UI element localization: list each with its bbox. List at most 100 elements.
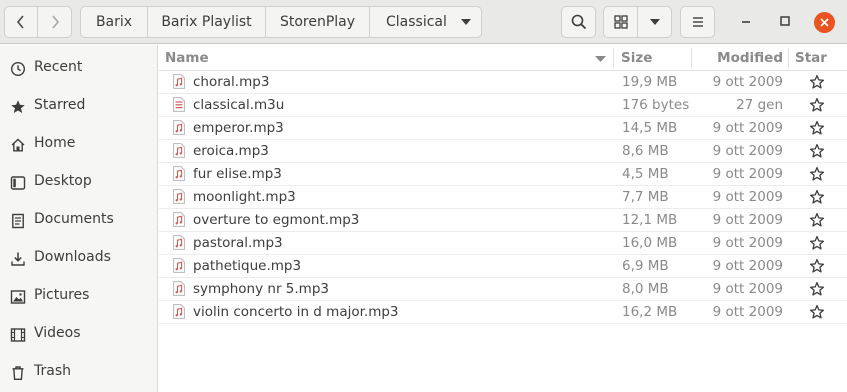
file-modified: 9 ott 2009: [712, 281, 783, 297]
grid-view-icon: [613, 15, 628, 29]
star-toggle-icon[interactable]: [809, 120, 825, 136]
breadcrumb-current-label: Classical: [386, 14, 447, 30]
file-row[interactable]: pathetique.mp3 6,9 MB 9 ott 2009: [159, 255, 847, 278]
star-toggle-icon[interactable]: [809, 189, 825, 205]
sidebar-item-pictures[interactable]: Pictures: [0, 277, 157, 315]
close-window-button[interactable]: [814, 12, 835, 33]
sidebar: Recent Starred Home Desktop Documents Do…: [0, 45, 158, 392]
file-size: 4,5 MB: [622, 166, 669, 182]
audio-file-icon: [173, 212, 185, 227]
file-name: symphony nr 5.mp3: [193, 281, 329, 297]
file-row[interactable]: classical.m3u 176 bytes 27 gen: [159, 94, 847, 117]
back-button[interactable]: [4, 6, 38, 38]
file-row[interactable]: eroica.mp3 8,6 MB 9 ott 2009: [159, 140, 847, 163]
sidebar-item-home[interactable]: Home: [0, 125, 157, 163]
video-icon: [9, 326, 26, 343]
file-modified: 9 ott 2009: [712, 235, 783, 251]
column-header-row: Name Size Modified Star: [159, 45, 847, 71]
star-toggle-icon[interactable]: [809, 97, 825, 113]
sidebar-item-starred[interactable]: Starred: [0, 87, 157, 125]
file-row[interactable]: choral.mp3 19,9 MB 9 ott 2009: [159, 71, 847, 94]
breadcrumb-current[interactable]: Classical: [369, 6, 482, 38]
sidebar-item-videos[interactable]: Videos: [0, 315, 157, 353]
star-icon: [9, 98, 26, 115]
star-toggle-icon[interactable]: [809, 304, 825, 320]
search-button[interactable]: [561, 6, 596, 38]
sort-caret-down-icon[interactable]: [595, 56, 606, 63]
home-icon: [9, 136, 26, 153]
file-row[interactable]: moonlight.mp3 7,7 MB 9 ott 2009: [159, 186, 847, 209]
audio-file-icon: [173, 74, 185, 89]
forward-button[interactable]: [37, 6, 72, 38]
sidebar-item-recent[interactable]: Recent: [0, 49, 157, 87]
file-size: 16,2 MB: [622, 304, 678, 320]
star-toggle-icon[interactable]: [809, 212, 825, 228]
sidebar-item-label: Pictures: [34, 287, 90, 303]
column-divider[interactable]: [691, 48, 692, 68]
header-bar: Barix Barix Playlist StorenPlay Classica…: [0, 0, 847, 44]
file-name: moonlight.mp3: [193, 189, 296, 205]
file-row[interactable]: symphony nr 5.mp3 8,0 MB 9 ott 2009: [159, 278, 847, 301]
sidebar-item-downloads[interactable]: Downloads: [0, 239, 157, 277]
column-header-size[interactable]: Size: [621, 50, 652, 66]
view-mode-button[interactable]: [603, 6, 638, 38]
file-row[interactable]: violin concerto in d major.mp3 16,2 MB 9 o…: [159, 301, 847, 324]
trash-icon: [9, 364, 26, 381]
sidebar-item-label: Starred: [34, 97, 86, 113]
file-name: emperor.mp3: [193, 120, 284, 136]
star-toggle-icon[interactable]: [809, 166, 825, 182]
file-name: eroica.mp3: [193, 143, 269, 159]
file-modified: 9 ott 2009: [712, 258, 783, 274]
breadcrumb-item[interactable]: Barix Playlist: [147, 6, 266, 38]
column-divider[interactable]: [613, 48, 614, 68]
breadcrumb-item[interactable]: StorenPlay: [265, 6, 370, 38]
file-size: 8,0 MB: [622, 281, 669, 297]
sidebar-item-trash[interactable]: Trash: [0, 353, 157, 391]
sidebar-item-label: Documents: [34, 211, 114, 227]
sidebar-item-label: Recent: [34, 59, 83, 75]
file-modified: 9 ott 2009: [712, 166, 783, 182]
main-menu-button[interactable]: [680, 6, 715, 38]
column-divider[interactable]: [788, 48, 789, 68]
file-name: pathetique.mp3: [193, 258, 302, 274]
file-row[interactable]: pastoral.mp3 16,0 MB 9 ott 2009: [159, 232, 847, 255]
file-row[interactable]: overture to egmont.mp3 12,1 MB 9 ott 2009: [159, 209, 847, 232]
file-modified: 9 ott 2009: [712, 189, 783, 205]
file-size: 6,9 MB: [622, 258, 669, 274]
column-header-name[interactable]: Name: [165, 50, 209, 66]
view-options-button[interactable]: [637, 6, 672, 38]
breadcrumb-item[interactable]: Barix: [80, 6, 148, 38]
maximize-window-icon[interactable]: [778, 14, 792, 28]
file-name: classical.m3u: [193, 97, 285, 113]
file-name: violin concerto in d major.mp3: [193, 304, 399, 320]
sidebar-item-desktop[interactable]: Desktop: [0, 163, 157, 201]
star-toggle-icon[interactable]: [809, 235, 825, 251]
file-size: 12,1 MB: [622, 212, 678, 228]
file-list-view: Name Size Modified Star choral.mp3 19,9 M…: [159, 45, 847, 392]
audio-file-icon: [173, 235, 185, 250]
audio-file-icon: [173, 304, 185, 319]
column-header-star[interactable]: Star: [795, 50, 827, 66]
sidebar-item-label: Home: [34, 135, 76, 151]
file-name: overture to egmont.mp3: [193, 212, 360, 228]
audio-file-icon: [173, 143, 185, 158]
sidebar-item-label: Desktop: [34, 173, 92, 189]
desktop-icon: [9, 174, 26, 191]
sidebar-item-documents[interactable]: Documents: [0, 201, 157, 239]
close-icon: [820, 18, 829, 27]
sidebar-item-label: Downloads: [34, 249, 111, 265]
caret-down-icon: [649, 18, 660, 25]
star-toggle-icon[interactable]: [809, 74, 825, 90]
star-toggle-icon[interactable]: [809, 281, 825, 297]
star-toggle-icon[interactable]: [809, 143, 825, 159]
star-toggle-icon[interactable]: [809, 258, 825, 274]
download-icon: [9, 250, 26, 267]
file-row[interactable]: emperor.mp3 14,5 MB 9 ott 2009: [159, 117, 847, 140]
document-icon: [9, 212, 26, 229]
audio-file-icon: [173, 189, 185, 204]
minimize-window-icon[interactable]: [739, 14, 753, 28]
column-header-modified[interactable]: Modified: [717, 50, 783, 66]
chevron-left-icon: [16, 15, 24, 29]
file-row[interactable]: fur elise.mp3 4,5 MB 9 ott 2009: [159, 163, 847, 186]
file-size: 8,6 MB: [622, 143, 669, 159]
